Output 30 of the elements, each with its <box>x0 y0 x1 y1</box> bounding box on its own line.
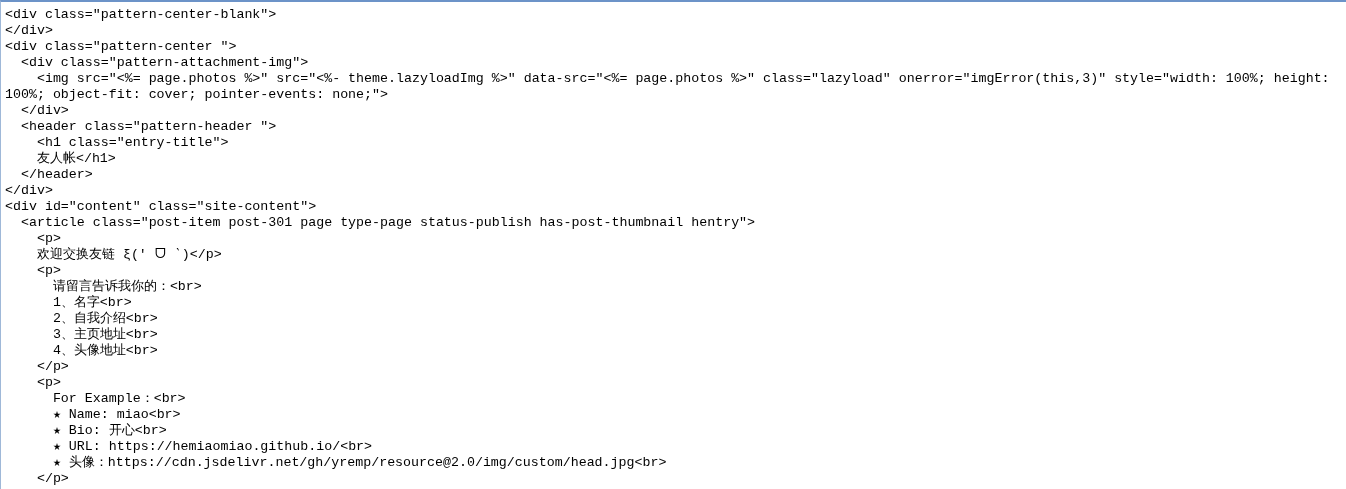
code-line: <p> <box>35 375 61 391</box>
code-line: ★ Bio: 开心<br> <box>51 423 167 439</box>
code-line: <div id="content" class="site-content"> <box>5 199 317 215</box>
code-line: <div class="pattern-center-blank"> <box>5 7 277 23</box>
code-line: 友人帐</h1> <box>35 151 116 167</box>
code-line: </div> <box>5 183 53 199</box>
code-line: <div class="pattern-center "> <box>5 39 237 55</box>
code-line: 请留言告诉我你的：<br> <box>51 279 202 295</box>
code-line: </p> <box>35 471 69 487</box>
code-line: ★ 头像：https://cdn.jsdelivr.net/gh/yremp/resource@2.0/img/custom/head.jpg<br> <box>51 455 667 471</box>
code-line: 4、头像地址<br> <box>51 343 158 359</box>
code-line: 欢迎交换友链 ξ(′ ᗜ ‵)</p> <box>35 247 222 263</box>
code-line: ★ URL: https://hemiaomiao.github.io/<br> <box>51 439 373 455</box>
code-line: <p> <box>35 231 61 247</box>
code-line: <div class="pattern-attachment-img"> <box>19 55 309 71</box>
code-line: ★ Name: miao<br> <box>51 407 181 423</box>
code-line: 2、自我介绍<br> <box>51 311 158 327</box>
code-line: 100%; object-fit: cover; pointer-events: none;"> <box>5 87 388 103</box>
code-line: <img src="<%= page.photos %>" src="<%- theme.lazyloadImg %>" data-src="<%= page.photos %>" class="lazyload" onerror="imgError(this,3)" style="width: 100%; height: <box>35 71 1330 87</box>
code-line: <h1 class="entry-title"> <box>35 135 229 151</box>
code-line: </header> <box>19 167 93 183</box>
code-line: </div> <box>19 103 69 119</box>
code-line: For Example：<br> <box>51 391 186 407</box>
code-line: <p> <box>35 263 61 279</box>
code-line: 1、名字<br> <box>51 295 132 311</box>
code-line: 3、主页地址<br> <box>51 327 158 343</box>
code-line: </p> <box>35 359 69 375</box>
code-line: </div> <box>5 23 53 39</box>
code-line: <header class="pattern-header "> <box>19 119 277 135</box>
code-line: <article class="post-item post-301 page type-page status-publish has-post-thumbnail hentry"> <box>19 215 756 231</box>
